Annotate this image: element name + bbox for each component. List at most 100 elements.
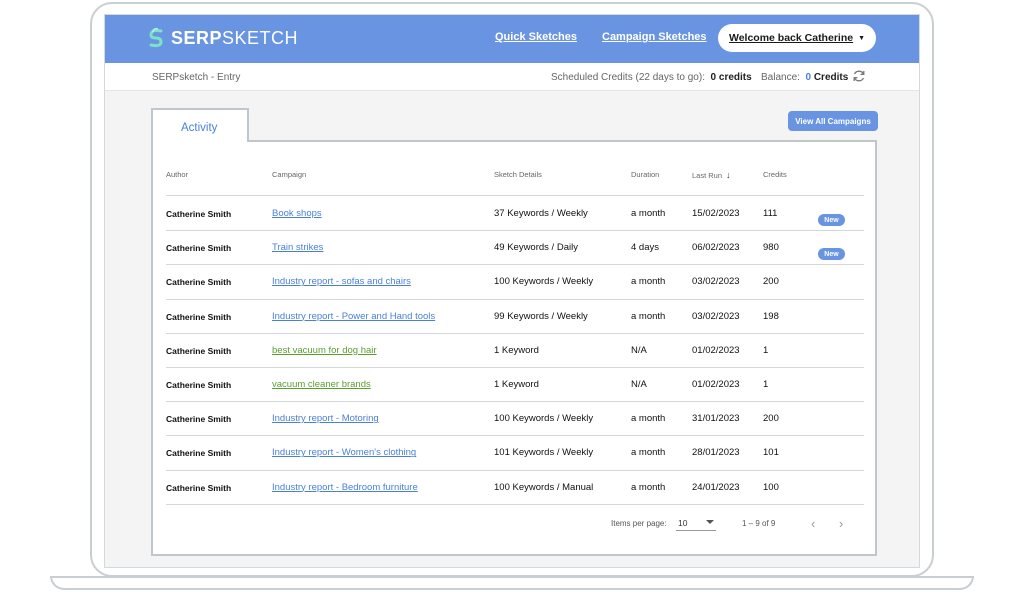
cell-duration: a month xyxy=(631,447,666,459)
cell-lastrun: 06/02/2023 xyxy=(692,242,740,254)
cell-author: Catherine Smith xyxy=(166,414,232,425)
table-header: Author Campaign Sketch Details Duration … xyxy=(153,142,875,195)
col-last-run-label: Last Run xyxy=(692,171,723,180)
table-row[interactable]: Catherine Smith Industry report - Women's… xyxy=(153,435,875,469)
cell-lastrun: 03/02/2023 xyxy=(692,276,740,288)
cell-credits: 1 xyxy=(763,344,769,356)
brand-logo[interactable]: SERPSKETCH xyxy=(147,27,298,49)
cell-details: 49 Keywords / Daily xyxy=(494,242,578,254)
new-badge: New xyxy=(818,248,845,261)
campaign-link[interactable]: Industry report - Women's clothing xyxy=(272,447,416,458)
cell-duration: 4 days xyxy=(631,242,659,254)
app-window: SERPSKETCH Quick Sketches Campaign Sketc… xyxy=(104,14,920,568)
cell-details: 37 Keywords / Weekly xyxy=(494,208,588,219)
cell-duration: a month xyxy=(631,276,666,288)
prev-page-icon[interactable]: ‹ xyxy=(811,516,815,531)
breadcrumb: SERPsketch - Entry xyxy=(152,72,241,83)
next-page-icon[interactable]: › xyxy=(839,516,843,531)
cell-credits: 200 xyxy=(763,276,779,288)
user-menu-button[interactable]: Welcome back Catherine ▼ xyxy=(718,24,876,52)
campaign-link[interactable]: Industry report - Bedroom furniture xyxy=(272,482,418,493)
cell-details: 100 Keywords / Manual xyxy=(494,481,594,493)
cell-author: Catherine Smith xyxy=(166,448,232,459)
items-per-page-value: 10 xyxy=(678,518,688,528)
scheduled-credits-value: 0 credits xyxy=(710,72,752,83)
cell-credits: 198 xyxy=(763,310,779,322)
cell-author: Catherine Smith xyxy=(166,345,232,356)
cell-duration: N/A xyxy=(631,344,647,356)
campaign-link[interactable]: best vacuum for dog hair xyxy=(272,345,377,356)
col-sketch-details[interactable]: Sketch Details xyxy=(494,170,542,179)
new-badge: New xyxy=(818,214,845,226)
cell-details: 1 Keyword xyxy=(494,344,539,356)
col-campaign[interactable]: Campaign xyxy=(272,170,306,179)
campaign-link[interactable]: Industry report - Power and Hand tools xyxy=(272,311,435,322)
cell-author: Catherine Smith xyxy=(166,311,232,322)
col-author[interactable]: Author xyxy=(166,170,188,179)
campaign-link[interactable]: Book shops xyxy=(272,208,322,219)
cell-lastrun: 03/02/2023 xyxy=(692,310,740,322)
cell-author: Catherine Smith xyxy=(166,277,232,288)
cell-details: 99 Keywords / Weekly xyxy=(494,310,588,322)
refresh-icon[interactable] xyxy=(852,69,866,83)
campaign-link[interactable]: Industry report - Motoring xyxy=(272,413,379,424)
cell-credits: 100 xyxy=(763,481,779,493)
table-row[interactable]: Catherine Smith Train strikes 49 Keywords … xyxy=(153,230,875,264)
status-bar: SERPsketch - Entry Scheduled Credits (22… xyxy=(105,63,919,91)
cell-credits: 101 xyxy=(763,447,779,459)
balance-unit: Credits xyxy=(813,72,849,83)
campaign-link[interactable]: Industry report - sofas and chairs xyxy=(272,276,411,287)
table-row[interactable]: Catherine Smith Industry report - Power a… xyxy=(153,299,875,333)
cell-duration: N/A xyxy=(631,379,647,390)
cell-credits: 200 xyxy=(763,413,779,425)
paginator: Items per page: 10 1 – 9 of 9 ‹ › xyxy=(153,514,875,534)
table-row[interactable]: Catherine Smith vacuum cleaner brands 1 Ke… xyxy=(153,367,875,401)
cell-duration: a month xyxy=(631,413,666,425)
cell-duration: a month xyxy=(631,208,666,219)
user-menu-label: Welcome back Catherine xyxy=(728,32,854,44)
activity-table-panel: Author Campaign Sketch Details Duration … xyxy=(151,140,877,556)
nav-quick-sketches[interactable]: Quick Sketches xyxy=(495,31,577,43)
campaign-link[interactable]: Train strikes xyxy=(272,242,323,253)
view-all-campaigns-button[interactable]: View All Campaigns xyxy=(788,111,878,131)
items-per-page-label: Items per page: xyxy=(611,519,667,528)
tab-activity[interactable]: Activity xyxy=(151,108,249,142)
cell-lastrun: 31/01/2023 xyxy=(692,413,740,425)
table-row[interactable]: Catherine Smith Industry report - Motorin… xyxy=(153,401,875,435)
logo-text-bold: SERP xyxy=(171,27,223,48)
balance-label: Balance: xyxy=(761,72,800,83)
table-row[interactable]: Catherine Smith Industry report - Bedroom… xyxy=(153,470,875,504)
cell-details: 1 Keyword xyxy=(494,379,539,390)
cell-details: 100 Keywords / Weekly xyxy=(494,413,594,425)
cell-details: 101 Keywords / Weekly xyxy=(494,447,594,459)
logo-text-light: SKETCH xyxy=(222,27,299,48)
cell-duration: a month xyxy=(631,481,666,493)
table-row[interactable]: Catherine Smith Book shops 37 Keywords / W… xyxy=(153,196,875,230)
cell-author: Catherine Smith xyxy=(166,380,232,390)
cell-credits: 980 xyxy=(763,242,779,254)
dropdown-arrow-icon xyxy=(706,520,714,524)
cell-credits: 1 xyxy=(763,379,769,390)
cell-lastrun: 01/02/2023 xyxy=(692,344,740,356)
cell-lastrun: 01/02/2023 xyxy=(692,379,740,390)
top-navbar: SERPSKETCH Quick Sketches Campaign Sketc… xyxy=(105,15,919,63)
scheduled-credits-label: Scheduled Credits (22 days to go): xyxy=(551,72,705,83)
balance: Balance: 0 Credits xyxy=(761,72,848,83)
table-row[interactable]: Catherine Smith Industry report - sofas a… xyxy=(153,264,875,298)
cell-lastrun: 24/01/2023 xyxy=(692,481,740,493)
nav-campaign-sketches[interactable]: Campaign Sketches xyxy=(602,31,707,43)
cell-lastrun: 15/02/2023 xyxy=(692,208,740,219)
col-duration[interactable]: Duration xyxy=(631,170,659,179)
col-last-run[interactable]: Last Run ↓ xyxy=(692,170,731,180)
table-row[interactable]: Catherine Smith best vacuum for dog hair 1… xyxy=(153,333,875,367)
cell-lastrun: 28/01/2023 xyxy=(692,447,740,459)
cell-credits: 111 xyxy=(763,208,778,219)
page-range: 1 – 9 of 9 xyxy=(742,519,776,528)
sort-down-icon[interactable]: ↓ xyxy=(726,170,731,180)
scheduled-credits: Scheduled Credits (22 days to go): 0 cre… xyxy=(551,72,752,83)
col-credits[interactable]: Credits xyxy=(763,170,787,179)
campaign-link[interactable]: vacuum cleaner brands xyxy=(272,379,371,390)
cell-duration: a month xyxy=(631,310,666,322)
items-per-page-select[interactable]: 10 xyxy=(676,517,716,531)
cell-author: Catherine Smith xyxy=(166,482,232,493)
